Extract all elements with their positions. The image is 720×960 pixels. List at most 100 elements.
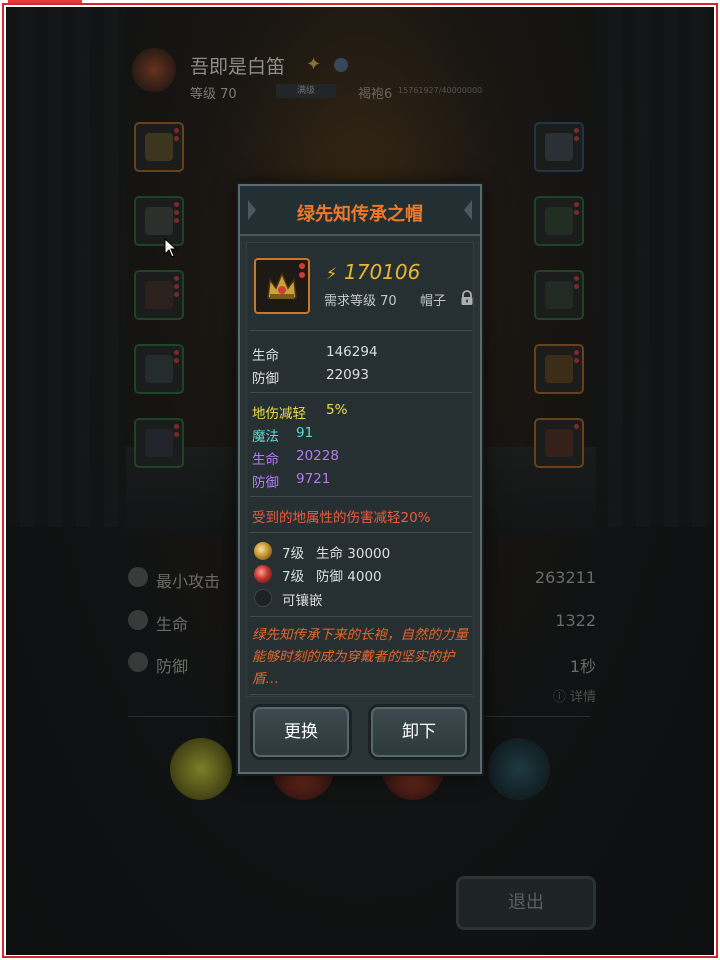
curtain-right (594, 7, 714, 527)
bonus-attr-value: 20228 (296, 448, 339, 464)
item-type: 帽子 (420, 294, 447, 309)
boots-slot-icon (545, 429, 573, 457)
lock-icon[interactable] (460, 290, 474, 306)
cape-slot-icon (545, 133, 573, 161)
slot-gem-icon (174, 276, 179, 281)
detail-label: 详情 (569, 690, 596, 705)
skill-orb-icon[interactable] (170, 738, 232, 800)
player-rank: 褐袍6 (358, 87, 393, 102)
slot-gem-icon (574, 210, 579, 215)
slot-gem-icon (174, 128, 179, 133)
stat-label-attack: 最小攻击 (156, 572, 221, 591)
slot-gem-icon (574, 284, 579, 289)
stat-value-attack: 263211 (534, 568, 596, 587)
base-attr-label: 生命 (252, 348, 279, 364)
level-progress-bar: 满级 (276, 84, 336, 98)
bonus-attr-label: 魔法 (252, 429, 279, 445)
divider (250, 496, 472, 497)
item-detail-popup: 绿先知传承之帽 ⚡ 170106 需求等级 70 帽子 生命 146294 防御… (238, 184, 482, 774)
star-icon: ✦ (306, 54, 322, 75)
helmet-slot-icon (145, 133, 173, 161)
empty-socket-icon (254, 589, 272, 607)
shield-icon (128, 652, 148, 672)
slot-gem-icon (574, 424, 579, 429)
replace-button[interactable]: 更换 (250, 704, 352, 760)
player-name: 吾即是白笛 (190, 56, 286, 78)
popup-header: 绿先知传承之帽 (240, 186, 480, 236)
item-power: 170106 (344, 260, 421, 284)
equip-slot-left-5[interactable] (134, 418, 184, 468)
equip-slot-right-1[interactable] (534, 122, 584, 172)
slot-gem-icon (174, 424, 179, 429)
socket-gem-icon (254, 565, 272, 583)
equip-slot-left-4[interactable] (134, 344, 184, 394)
divider (250, 694, 472, 695)
stat-value-hp: 1322 (555, 611, 596, 630)
slot-gem-icon (574, 358, 579, 363)
stat-label-defense: 防御 (156, 657, 189, 676)
divider (250, 330, 472, 331)
equip-slot-right-2[interactable] (534, 196, 584, 246)
cursor-icon (164, 238, 178, 258)
base-attr-label: 防御 (252, 371, 279, 387)
weapon-slot-icon (145, 429, 173, 457)
exit-button[interactable]: 退出 (456, 876, 596, 930)
flavor-text: 绿先知传承下来的长袍，自然的力量能够时刻的成为穿戴者的坚实的护盾… (252, 627, 468, 687)
equip-slot-right-3[interactable] (534, 270, 584, 320)
amulet-slot-icon (545, 281, 573, 309)
slot-gem-icon (574, 350, 579, 355)
skill-water-shield-icon[interactable] (488, 738, 550, 800)
pants-slot-icon (145, 281, 173, 309)
stat-value-defense: 1秒 (569, 657, 596, 676)
heart-icon (128, 610, 148, 630)
gloves-slot-icon (145, 355, 173, 383)
crown-helmet-icon (267, 272, 297, 299)
bonus-attr-value: 9721 (296, 471, 331, 487)
socket-gem-icon (254, 542, 272, 560)
slot-gem-icon (574, 136, 579, 141)
slot-gem-icon (174, 218, 179, 223)
stat-label-hp: 生命 (156, 615, 189, 634)
socket-available: 可镶嵌 (282, 593, 323, 609)
socket-attr: 生命 30000 (316, 546, 391, 562)
divider (250, 392, 472, 393)
special-effect: 受到的地属性的伤害减轻20% (252, 510, 431, 526)
base-attr-value: 146294 (326, 344, 378, 360)
slot-gem-icon (174, 210, 179, 215)
bonus-attr-value: 5% (326, 402, 348, 418)
required-level: 需求等级 70 (324, 294, 397, 309)
socket-level: 7级 (282, 546, 305, 562)
slot-gem-icon (174, 284, 179, 289)
item-gem-icon (299, 272, 305, 278)
player-level: 等级 70 (190, 87, 237, 102)
item-icon (254, 258, 310, 314)
socket-attr: 防御 4000 (316, 569, 382, 585)
accessory-slot-icon (545, 355, 573, 383)
rank-exp: 15761927/40000000 (398, 86, 483, 95)
slot-gem-icon (174, 350, 179, 355)
bonus-attr-label: 生命 (252, 452, 279, 468)
curtain-left (6, 7, 126, 527)
player-rank-badge-icon (132, 48, 176, 92)
equip-slot-left-3[interactable] (134, 270, 184, 320)
divider (250, 616, 472, 617)
detail-link[interactable]: ⓘ 详情 (553, 686, 596, 705)
equip-slot-left-1[interactable] (134, 122, 184, 172)
socket-level: 7级 (282, 569, 305, 585)
power-icon: ⚡ (326, 264, 338, 283)
slot-gem-icon (174, 432, 179, 437)
slot-gem-icon (574, 202, 579, 207)
slot-gem-icon (174, 202, 179, 207)
moon-icon (334, 58, 348, 72)
equip-slot-right-4[interactable] (534, 344, 584, 394)
item-gem-icon (299, 263, 305, 269)
slot-gem-icon (174, 136, 179, 141)
bonus-attr-value: 91 (296, 425, 314, 441)
slot-gem-icon (574, 276, 579, 281)
info-icon: ⓘ (552, 690, 570, 705)
item-title: 绿先知传承之帽 (297, 204, 423, 225)
bonus-attr-label: 地伤减轻 (252, 406, 306, 422)
slot-gem-icon (574, 128, 579, 133)
equip-slot-right-5[interactable] (534, 418, 584, 468)
unequip-button[interactable]: 卸下 (368, 704, 470, 760)
